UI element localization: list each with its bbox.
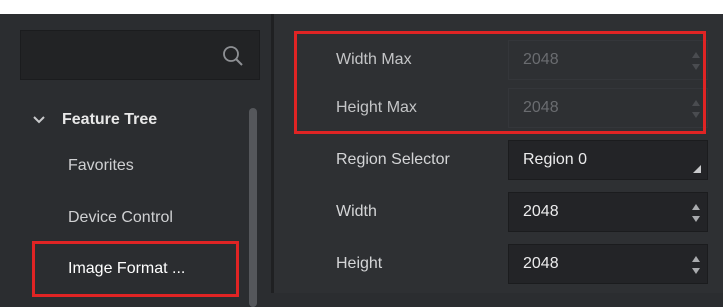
tree-item-label: Favorites [68,157,134,174]
property-row-region-selector: Region Selector Region 0 [274,136,723,184]
search-input[interactable] [20,30,260,80]
property-row-height: Height 2048 [274,240,723,288]
property-value: Region 0 [523,151,588,168]
dropdown-corner-icon[interactable] [693,165,701,173]
property-label: Region Selector [336,151,450,168]
width-spinbox[interactable]: 2048 [508,192,708,232]
spin-arrows-icon[interactable] [691,201,701,225]
property-value: 2048 [523,255,559,272]
highlight-box-properties [294,31,706,134]
property-value: 2048 [523,203,559,220]
highlight-box-tree [32,241,239,297]
height-spinbox[interactable]: 2048 [508,244,708,284]
tree-scrollbar[interactable] [249,108,257,307]
chevron-down-icon[interactable] [30,111,48,129]
property-row-width: Width 2048 [274,188,723,236]
spin-arrows-icon[interactable] [691,253,701,277]
top-strip [0,0,723,14]
region-selector-combo[interactable]: Region 0 [508,140,708,180]
feature-tree-header[interactable]: Feature Tree [30,102,157,138]
tree-item-label: Device Control [68,209,173,226]
tree-item-favorites[interactable]: Favorites [68,148,134,184]
tree-item-device-control[interactable]: Device Control [68,200,173,236]
property-label: Width [336,203,377,220]
search-icon[interactable] [221,44,245,68]
property-label: Height [336,255,383,272]
feature-tree-label: Feature Tree [62,111,158,128]
